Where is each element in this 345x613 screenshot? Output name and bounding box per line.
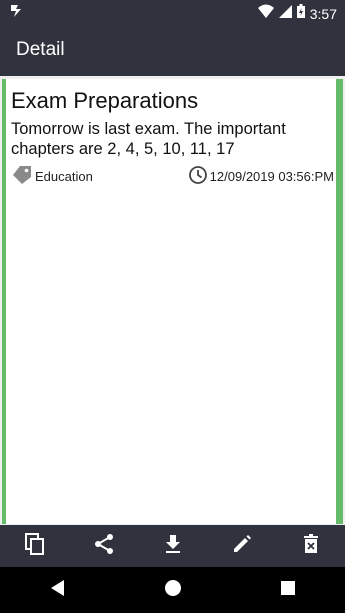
download-button[interactable] <box>153 526 193 566</box>
app-bar: Detail <box>0 24 345 76</box>
note-datetime: 12/09/2019 03:56:PM <box>188 165 334 188</box>
delete-button[interactable] <box>291 526 331 566</box>
status-bar: 3:57 <box>0 0 345 24</box>
note-meta: Education 12/09/2019 03:56:PM <box>11 165 334 185</box>
clock-icon <box>188 165 208 188</box>
download-icon <box>162 533 184 560</box>
tag-icon <box>11 165 33 188</box>
edit-button[interactable] <box>222 526 262 566</box>
nav-home-button[interactable] <box>149 570 197 610</box>
nav-back-button[interactable] <box>34 570 82 610</box>
share-icon <box>93 533 115 560</box>
page-title: Detail <box>16 39 65 60</box>
note-card: Exam Preparations Tomorrow is last exam.… <box>2 79 343 524</box>
home-icon <box>164 579 182 602</box>
copy-icon <box>24 532 46 560</box>
delete-icon <box>300 533 322 560</box>
note-title: Exam Preparations <box>11 88 199 113</box>
nav-recents-button[interactable] <box>264 570 312 610</box>
edit-icon <box>231 533 253 560</box>
app-notification-icon <box>10 4 24 23</box>
note-datetime-label: 12/09/2019 03:56:PM <box>209 169 334 184</box>
status-clock: 3:57 <box>309 5 337 22</box>
recents-icon <box>280 580 296 601</box>
note-detail-area: Exam Preparations Tomorrow is last exam.… <box>0 76 345 525</box>
bottom-toolbar <box>0 525 345 567</box>
back-icon <box>49 579 67 602</box>
share-button[interactable] <box>84 526 124 566</box>
battery-icon <box>296 4 305 23</box>
copy-button[interactable] <box>15 526 55 566</box>
note-category-label: Education <box>35 169 93 184</box>
wifi-icon <box>257 4 274 23</box>
system-nav-bar <box>0 567 345 613</box>
note-category: Education <box>11 165 93 188</box>
signal-icon <box>278 4 292 23</box>
note-card-body: Exam Preparations Tomorrow is last exam.… <box>6 79 336 524</box>
note-body: Tomorrow is last exam. The important cha… <box>11 120 286 158</box>
